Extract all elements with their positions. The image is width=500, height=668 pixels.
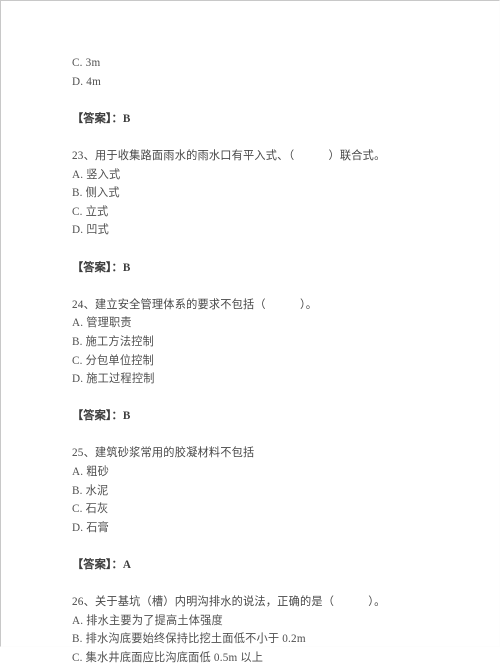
option-line: C. 分包单位控制 (72, 354, 154, 367)
option-line: B. 水泥 (72, 484, 109, 497)
answer-line: 【答案】：B (72, 410, 131, 423)
option-line: C. 集水井底面应比沟底面低 0.5m 以上 (72, 652, 264, 664)
question-block-23: 23、用于收集路面雨水的雨水口有平入式、（ ）联合式。 A. 竖入式 B. 侧入… (72, 147, 481, 240)
question-block-26: 26、关于基坑（槽）内明沟排水的说法，正确的是（ ）。 A. 排水主要为了提高土… (72, 593, 481, 667)
partial-question-block: C. 3m D. 4m (72, 54, 481, 91)
option-line: C. 3m (72, 57, 101, 69)
question-stem: 25、建筑砂浆常用的胶凝材料不包括 (72, 447, 255, 460)
option-line: D. 施工过程控制 (72, 373, 155, 386)
document-page: C. 3m D. 4m 【答案】：B 23、用于收集路面雨水的雨水口有平入式、（… (0, 0, 500, 664)
option-line: A. 竖入式 (72, 168, 121, 181)
document-content: C. 3m D. 4m 【答案】：B 23、用于收集路面雨水的雨水口有平入式、（… (72, 54, 481, 668)
option-line: D. 4m (72, 75, 101, 88)
option-line: A. 粗砂 (72, 466, 110, 479)
option-line: C. 立式 (72, 205, 109, 218)
option-line: B. 侧入式 (72, 187, 120, 200)
option-line: A. 管理职责 (72, 317, 132, 330)
answer-line: 【答案】：B (72, 261, 131, 274)
question-stem: 23、用于收集路面雨水的雨水口有平入式、（ ）联合式。 (72, 149, 386, 162)
answer-line: 【答案】：B (72, 112, 131, 125)
question-stem: 24、建立安全管理体系的要求不包括（ ）。 (72, 298, 318, 311)
option-line: D. 石膏 (72, 521, 110, 534)
option-line: B. 排水沟底要始终保持比挖土面低不小于 0.2m (72, 633, 306, 646)
option-line: A. 排水主要为了提高土体强度 (72, 614, 223, 627)
question-block-24: 24、建立安全管理体系的要求不包括（ ）。 A. 管理职责 B. 施工方法控制 … (72, 296, 481, 389)
option-line: C. 石灰 (72, 503, 109, 516)
answer-line: 【答案】：A (72, 559, 132, 572)
option-line: D. 凹式 (72, 224, 110, 237)
option-line: B. 施工方法控制 (72, 335, 154, 348)
question-stem: 26、关于基坑（槽）内明沟排水的说法，正确的是（ ）。 (72, 596, 386, 609)
question-block-25: 25、建筑砂浆常用的胶凝材料不包括 A. 粗砂 B. 水泥 C. 石灰 D. 石… (72, 444, 481, 537)
